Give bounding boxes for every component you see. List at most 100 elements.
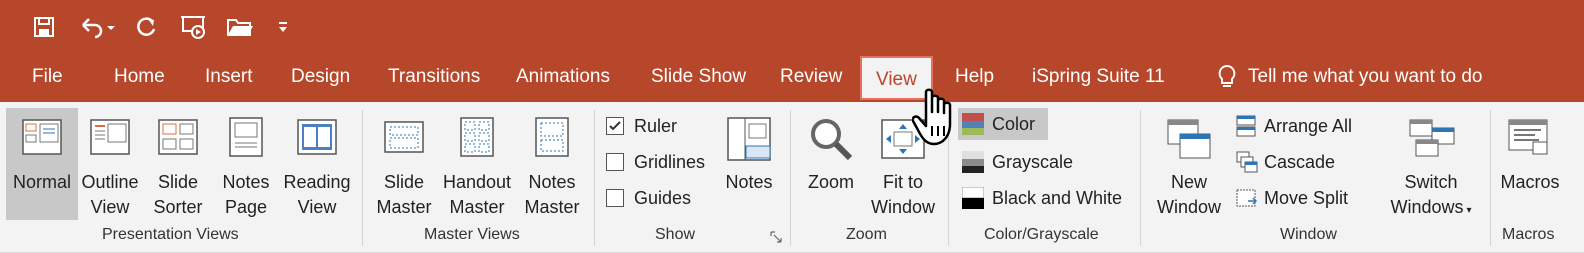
tab-insert[interactable]: Insert — [205, 52, 253, 102]
reading-view-label-2: View — [297, 197, 337, 217]
tab-review[interactable]: Review — [780, 52, 842, 102]
tab-home[interactable]: Home — [114, 52, 165, 102]
ruler-checkbox[interactable]: Ruler — [606, 110, 677, 142]
switch-windows-icon — [1406, 114, 1456, 171]
tell-me-search[interactable]: Tell me what you want to do — [1248, 52, 1482, 102]
notes-page-label-2: Page — [224, 197, 268, 217]
window-group-label: Window — [1280, 226, 1337, 243]
guides-checkbox[interactable]: Guides — [606, 182, 691, 214]
hand-cursor-icon — [911, 88, 964, 153]
notes-master-label-2: Master — [524, 197, 580, 217]
tab-slideshow[interactable]: Slide Show — [651, 52, 746, 102]
black-and-white-label: Black and White — [992, 187, 1123, 208]
slide-master-button[interactable]: Slide Master — [374, 108, 434, 220]
arrange-all-icon — [1236, 115, 1256, 137]
handout-master-button[interactable]: Handout Master — [438, 108, 516, 220]
notes-page-label-1: Notes — [222, 172, 270, 192]
normal-view-icon — [19, 114, 65, 167]
separator — [594, 110, 595, 246]
fit-to-window-label-2: Window — [870, 197, 936, 217]
arrange-all-button[interactable]: Arrange All — [1236, 110, 1352, 142]
slide-master-label-2: Master — [376, 197, 432, 217]
black-white-swatch-icon — [962, 187, 984, 209]
notes-icon — [724, 114, 774, 171]
color-swatch-icon — [962, 113, 984, 135]
macros-icon — [1505, 114, 1555, 171]
color-button[interactable]: Color — [958, 108, 1048, 140]
separator — [362, 110, 363, 246]
fit-to-window-label-1: Fit to — [882, 172, 923, 192]
outline-view-icon — [87, 114, 133, 167]
notes-label: Notes — [725, 172, 773, 192]
move-split-icon — [1236, 189, 1258, 207]
notes-master-button[interactable]: Notes Master — [520, 108, 584, 220]
black-and-white-button[interactable]: Black and White — [962, 182, 1122, 214]
grayscale-label: Grayscale — [992, 151, 1074, 172]
macros-group-label: Macros — [1502, 226, 1555, 243]
tab-file[interactable]: File — [32, 52, 63, 102]
slide-sorter-label-1: Slide — [157, 172, 199, 192]
grayscale-button[interactable]: Grayscale — [962, 146, 1073, 178]
magnifier-icon — [806, 114, 856, 171]
normal-view-button[interactable]: Normal — [6, 108, 78, 220]
macros-button[interactable]: Macros — [1494, 108, 1566, 220]
master-views-label: Master Views — [424, 226, 520, 243]
checkbox-icon — [606, 153, 624, 171]
move-split-button[interactable]: Move Split — [1236, 182, 1348, 214]
customize-icon[interactable] — [268, 10, 298, 44]
ruler-label: Ruler — [634, 115, 678, 136]
tab-animations[interactable]: Animations — [516, 52, 610, 102]
notes-master-icon — [529, 114, 575, 167]
slide-sorter-label-2: Sorter — [153, 197, 203, 217]
outline-view-label-1: Outline — [81, 172, 139, 192]
save-icon[interactable] — [26, 10, 62, 44]
new-window-icon — [1164, 114, 1214, 171]
presentation-views-label: Presentation Views — [102, 226, 239, 243]
undo-icon[interactable] — [74, 10, 120, 44]
reading-view-icon — [294, 114, 340, 167]
show-label: Show — [655, 226, 696, 243]
zoom-button[interactable]: Zoom — [800, 108, 862, 220]
outline-view-label-2: View — [90, 197, 130, 217]
switch-windows-button[interactable]: Switch Windows ▾ — [1382, 108, 1480, 220]
new-window-button[interactable]: New Window — [1152, 108, 1226, 220]
notes-page-icon — [223, 114, 269, 167]
checkbox-icon — [606, 189, 624, 207]
zoom-group-label: Zoom — [846, 226, 887, 243]
tab-ispring[interactable]: iSpring Suite 11 — [1032, 52, 1165, 102]
color-grayscale-label: Color/Grayscale — [984, 226, 1099, 243]
gridlines-checkbox[interactable]: Gridlines — [606, 146, 705, 178]
arrange-all-label: Arrange All — [1264, 115, 1353, 136]
dialog-launcher-icon[interactable] — [770, 230, 782, 248]
tab-design[interactable]: Design — [291, 52, 350, 102]
outline-view-button[interactable]: Outline View — [78, 108, 142, 220]
slide-sorter-button[interactable]: Slide Sorter — [146, 108, 210, 220]
reading-view-button[interactable]: Reading View — [282, 108, 352, 220]
handout-master-label-1: Handout — [442, 172, 512, 192]
presentation-icon[interactable] — [176, 10, 212, 44]
redo-icon[interactable] — [128, 10, 164, 44]
handout-master-icon — [454, 114, 500, 167]
separator — [790, 110, 791, 246]
slide-sorter-icon — [155, 114, 201, 167]
gridlines-label: Gridlines — [634, 151, 706, 172]
notes-button[interactable]: Notes — [720, 108, 778, 220]
slide-master-label-1: Slide — [383, 172, 425, 192]
notes-page-button[interactable]: Notes Page — [214, 108, 278, 220]
new-window-label-1: New — [1170, 172, 1207, 192]
reading-view-label-1: Reading — [283, 172, 351, 192]
cascade-label: Cascade — [1264, 151, 1336, 172]
switch-windows-label-2: Windows — [1390, 197, 1464, 217]
switch-windows-label-1: Switch — [1404, 172, 1458, 192]
lightbulb-icon — [1216, 64, 1238, 90]
notes-master-label-1: Notes — [528, 172, 576, 192]
zoom-label: Zoom — [807, 172, 854, 192]
tab-transitions[interactable]: Transitions — [388, 52, 480, 102]
checkbox-checked-icon — [606, 117, 624, 135]
dropdown-arrow-icon: ▾ — [1466, 205, 1472, 216]
color-label: Color — [992, 113, 1036, 134]
open-folder-icon[interactable] — [222, 10, 258, 44]
new-window-label-2: Window — [1156, 197, 1222, 217]
handout-master-label-2: Master — [449, 197, 505, 217]
cascade-button[interactable]: Cascade — [1236, 146, 1335, 178]
